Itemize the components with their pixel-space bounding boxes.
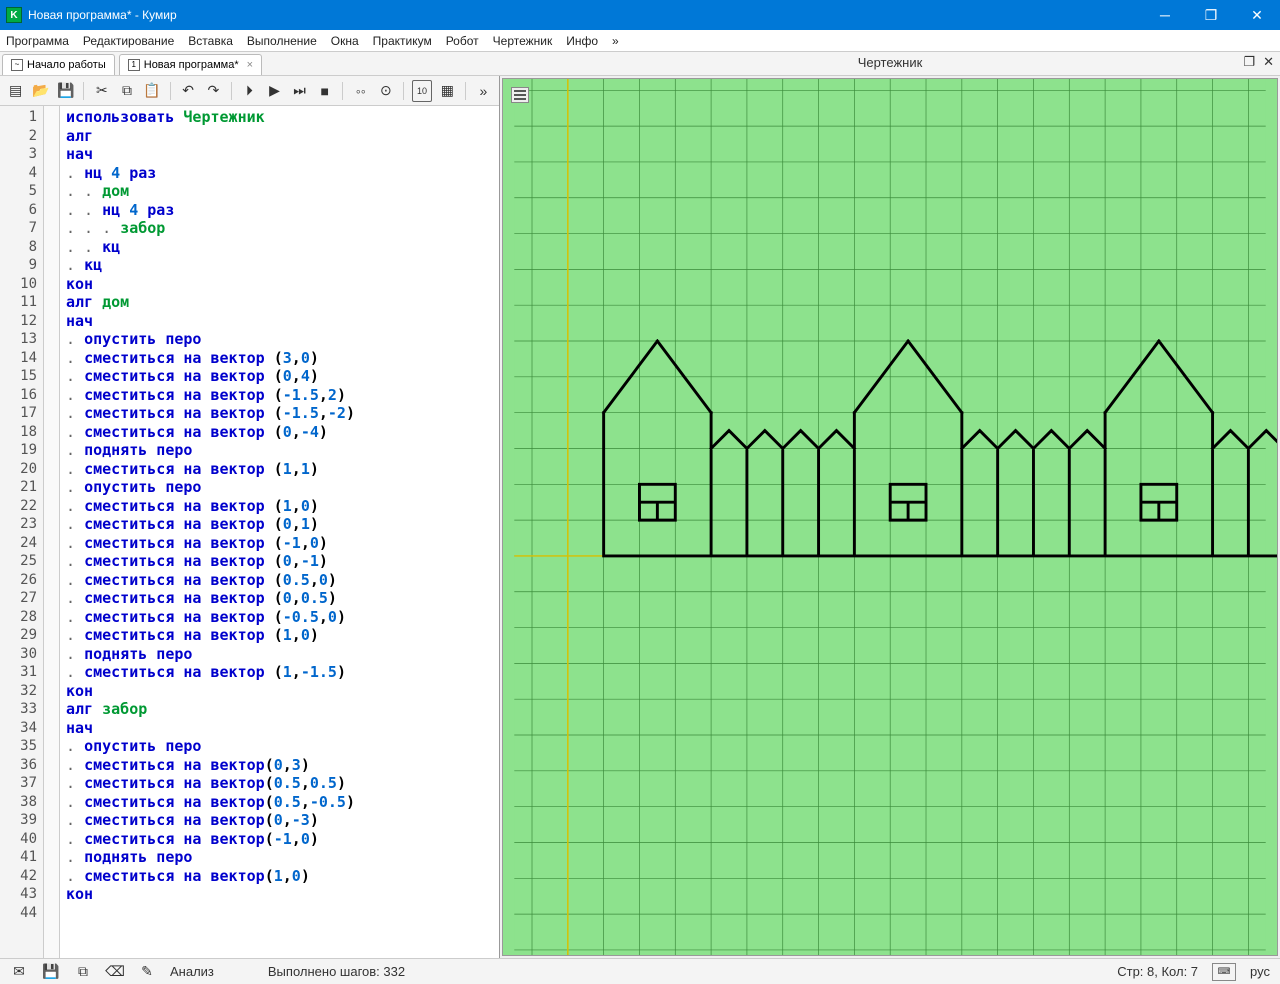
status-copy-icon[interactable]: ⧉ [74, 963, 92, 981]
tab-close-icon[interactable]: × [247, 59, 253, 71]
paste-icon[interactable]: 📋 [143, 80, 162, 102]
pane-close-icon[interactable]: ✕ [1263, 54, 1274, 70]
vars-icon[interactable]: ⊙ [376, 80, 395, 102]
status-steps: Выполнено шагов: 332 [268, 964, 405, 979]
tab-program[interactable]: 1 Новая программа* × [119, 54, 262, 75]
status-edit-icon[interactable]: ✎ [138, 963, 156, 981]
status-lang: рус [1250, 964, 1270, 979]
tab-start-label: Начало работы [27, 59, 106, 71]
run-start-icon[interactable]: ⏵ [240, 80, 259, 102]
menu-run[interactable]: Выполнение [247, 34, 317, 48]
menu-practicum[interactable]: Практикум [373, 34, 432, 48]
code-editor[interactable]: 1234567891011121314151617181920212223242… [0, 106, 499, 958]
step-icon[interactable]: ⏭ [290, 80, 309, 102]
menu-drawer[interactable]: Чертежник [493, 34, 553, 48]
minimize-button[interactable]: ─ [1142, 0, 1188, 30]
editor-pane: ▤ 📂 💾 ✂ ⧉ 📋 ↶ ↷ ⏵ ▶ ⏭ ■ ◦◦ ⊙ 10 ▦ » 12 [0, 76, 500, 958]
toolbar-more-icon[interactable]: » [474, 80, 493, 102]
status-msg-icon[interactable]: ✉ [10, 963, 28, 981]
fold-margin [44, 106, 60, 958]
menu-insert[interactable]: Вставка [188, 34, 233, 48]
breakpoints-icon[interactable]: ◦◦ [351, 80, 370, 102]
save-file-icon[interactable]: 💾 [56, 80, 75, 102]
statusbar: ✉ 💾 ⧉ ⌫ ✎ Анализ Выполнено шагов: 332 Ст… [0, 958, 1280, 984]
stop-icon[interactable]: ■ [315, 80, 334, 102]
status-keyboard-icon[interactable]: ⌨ [1212, 963, 1236, 981]
pane-popout-icon[interactable]: ❐ [1243, 54, 1255, 70]
new-file-icon[interactable]: ▤ [6, 80, 25, 102]
menu-program[interactable]: Программа [6, 34, 69, 48]
titlebar: K Новая программа* - Кумир ─ ❐ ✕ [0, 0, 1280, 30]
tab-start[interactable]: ~ Начало работы [2, 54, 115, 75]
copy-icon[interactable]: ⧉ [117, 80, 136, 102]
grid-icon[interactable]: ▦ [438, 80, 457, 102]
editor-toolbar: ▤ 📂 💾 ✂ ⧉ 📋 ↶ ↷ ⏵ ▶ ⏭ ■ ◦◦ ⊙ 10 ▦ » [0, 76, 499, 106]
menu-edit[interactable]: Редактирование [83, 34, 174, 48]
status-analysis: Анализ [170, 964, 214, 979]
menu-windows[interactable]: Окна [331, 34, 359, 48]
tab-start-icon: ~ [11, 59, 23, 71]
run-icon[interactable]: ▶ [265, 80, 284, 102]
status-clear-icon[interactable]: ⌫ [106, 963, 124, 981]
drawing-canvas[interactable] [503, 79, 1277, 955]
right-pane-title: Чертежник ❐ ✕ [500, 52, 1280, 75]
status-cursor: Стр: 8, Кол: 7 [1117, 964, 1198, 979]
menu-more[interactable]: » [612, 34, 619, 48]
close-button[interactable]: ✕ [1234, 0, 1280, 30]
cut-icon[interactable]: ✂ [92, 80, 111, 102]
status-save-icon[interactable]: 💾 [42, 963, 60, 981]
undo-icon[interactable]: ↶ [179, 80, 198, 102]
grid10-icon[interactable]: 10 [412, 80, 431, 102]
canvas-pane [502, 78, 1278, 956]
app-icon: K [6, 7, 22, 23]
line-gutter: 1234567891011121314151617181920212223242… [0, 106, 44, 958]
menu-info[interactable]: Инфо [566, 34, 598, 48]
redo-icon[interactable]: ↷ [204, 80, 223, 102]
menubar: Программа Редактирование Вставка Выполне… [0, 30, 1280, 52]
maximize-button[interactable]: ❐ [1188, 0, 1234, 30]
tab-program-icon: 1 [128, 59, 140, 71]
code-area[interactable]: использовать Чертежникалгнач. нц 4 раз. … [60, 106, 499, 958]
tab-program-label: Новая программа* [144, 59, 239, 71]
menu-robot[interactable]: Робот [446, 34, 479, 48]
open-file-icon[interactable]: 📂 [31, 80, 50, 102]
editor-tabs: ~ Начало работы 1 Новая программа* × [0, 52, 500, 76]
canvas-menu-icon[interactable] [511, 87, 529, 103]
right-pane-header: Чертежник ❐ ✕ [500, 52, 1280, 76]
window-title: Новая программа* - Кумир [28, 8, 1142, 22]
